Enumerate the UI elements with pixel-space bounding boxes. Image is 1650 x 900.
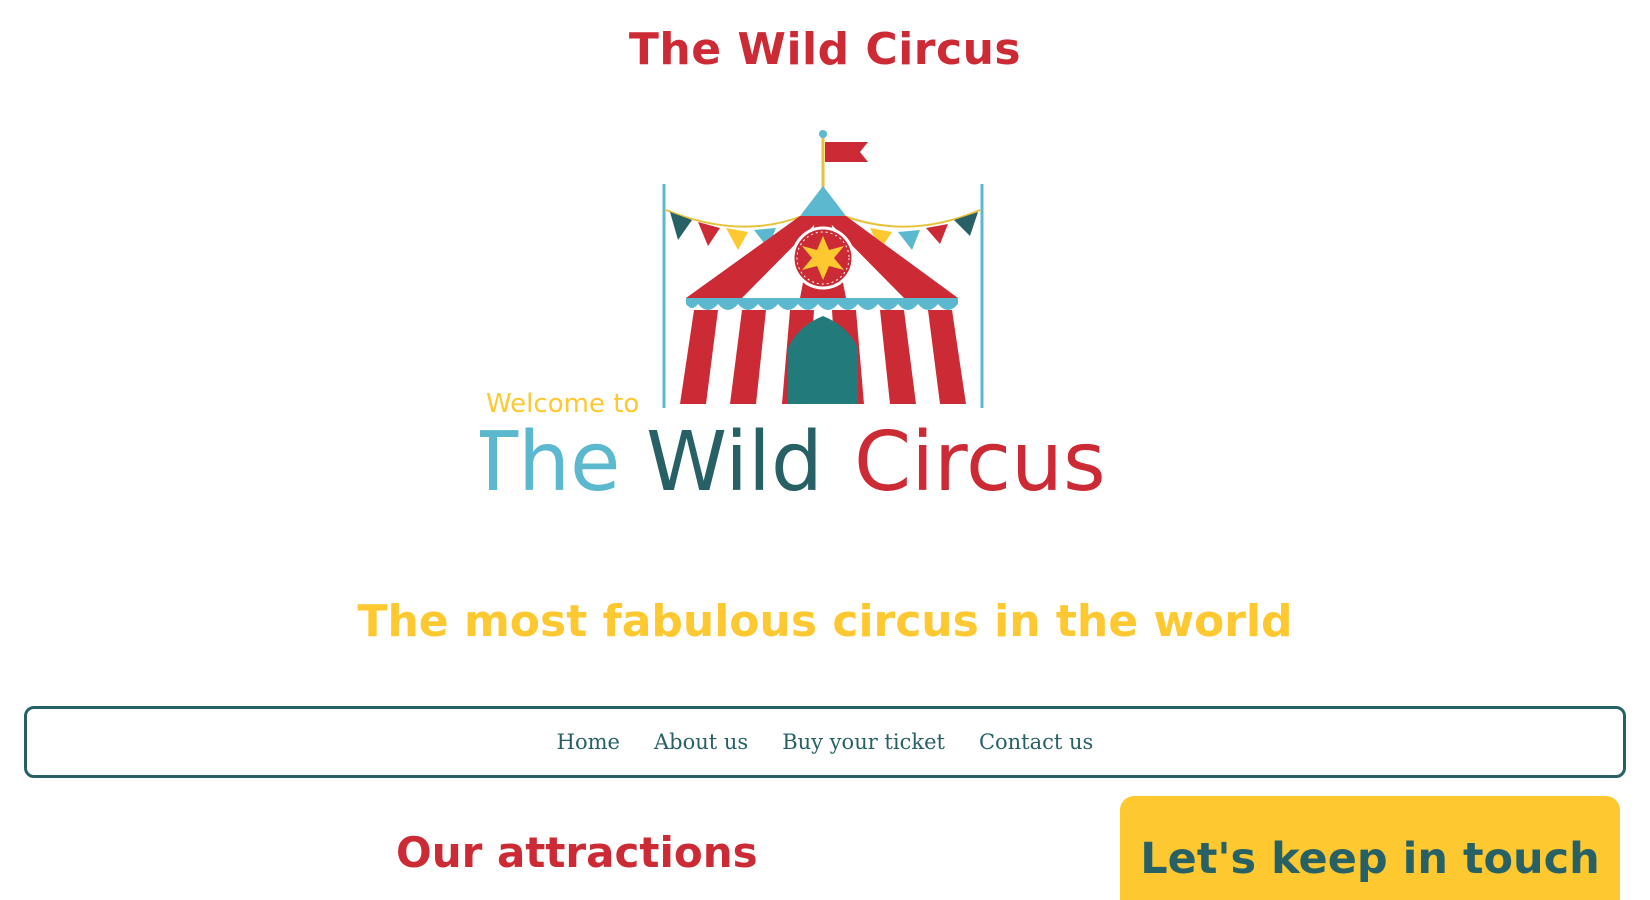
contact-heading: Let's keep in touch (1140, 834, 1600, 884)
nav-item-buy-ticket[interactable]: Buy your ticket (782, 730, 945, 754)
nav-item-contact-us[interactable]: Contact us (979, 730, 1093, 754)
site-title: The Wild Circus (628, 24, 1022, 75)
svg-text:The: The (480, 415, 621, 510)
circus-tent-icon: Welcome to The Wild Circus (480, 130, 1106, 510)
contact-panel: Let's keep in touch (1120, 796, 1620, 900)
nav-item-about-us[interactable]: About us (654, 730, 748, 754)
svg-text:Wild: Wild (646, 415, 823, 510)
main-navbar: Home About us Buy your ticket Contact us (24, 706, 1626, 778)
nav-item-home[interactable]: Home (557, 730, 620, 754)
attractions-heading: Our attractions (396, 828, 758, 877)
circus-logo: Welcome to The Wild Circus (480, 128, 1160, 528)
tagline: The most fabulous circus in the world (357, 596, 1293, 647)
svg-text:Circus: Circus (854, 415, 1106, 510)
